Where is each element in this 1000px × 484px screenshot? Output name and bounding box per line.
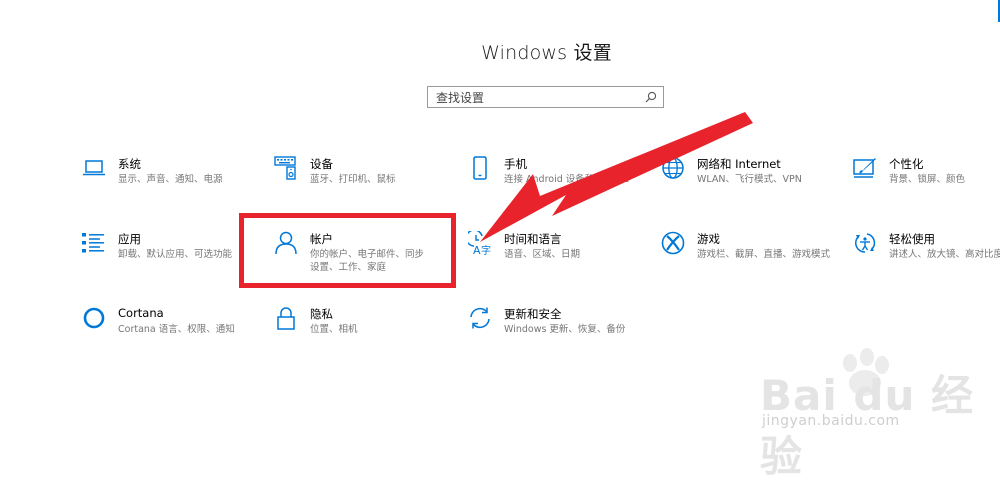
app-list-icon <box>82 231 106 255</box>
search-icon[interactable] <box>644 90 658 104</box>
tile-name: 游戏 <box>697 232 720 246</box>
tile-desc: 游戏栏、截屏、直播、游戏模式 <box>697 249 831 260</box>
tile-desc: 讲述人、放大镜、高对比度 <box>889 249 1000 260</box>
svg-text:A: A <box>473 244 481 255</box>
tile-name: 隐私 <box>310 307 333 321</box>
tile-desc: 显示、声音、通知、电源 <box>118 174 223 185</box>
tile-privacy[interactable]: 隐私 位置、相机 <box>274 306 444 350</box>
tile-network[interactable]: 网络和 Internet WLAN、飞行模式、VPN <box>661 156 831 200</box>
paintbrush-screen-icon <box>853 156 877 180</box>
tile-name: Cortana <box>118 306 164 320</box>
laptop-icon <box>82 156 106 180</box>
clock-language-icon: A字 <box>468 231 492 255</box>
tile-personalization[interactable]: 个性化 背景、锁屏、颜色 <box>853 156 1000 200</box>
tile-desc: 连接 Android 设备和 iPhone <box>504 174 630 185</box>
globe-icon <box>661 156 685 180</box>
tile-name: 更新和安全 <box>504 307 562 321</box>
svg-text:字: 字 <box>481 244 491 255</box>
tile-phone[interactable]: 手机 连接 Android 设备和 iPhone <box>468 156 638 200</box>
highlight-box <box>239 213 456 288</box>
tile-desc: Cortana 语言、权限、通知 <box>118 324 235 335</box>
tile-name: 时间和语言 <box>504 232 562 246</box>
tile-time-language[interactable]: A字 时间和语言 语音、区域、日期 <box>468 231 638 275</box>
tile-desc: 卸载、默认应用、可选功能 <box>118 249 233 260</box>
tile-ease-of-access[interactable]: 轻松使用 讲述人、放大镜、高对比度 <box>853 231 1000 275</box>
keyboard-speaker-icon <box>274 156 298 180</box>
tile-desc: 背景、锁屏、颜色 <box>889 174 966 185</box>
tile-name: 网络和 Internet <box>697 157 781 171</box>
tile-name: 轻松使用 <box>889 232 935 246</box>
tile-name: 设备 <box>310 157 333 171</box>
tile-update-security[interactable]: 更新和安全 Windows 更新、恢复、备份 <box>468 306 638 350</box>
tile-system[interactable]: 系统 显示、声音、通知、电源 <box>82 156 252 200</box>
tile-cortana[interactable]: Cortana Cortana 语言、权限、通知 <box>82 306 252 350</box>
tile-desc: 语音、区域、日期 <box>504 249 581 260</box>
tile-name: 手机 <box>504 157 527 171</box>
lock-icon <box>274 306 298 330</box>
search-box[interactable] <box>427 86 664 108</box>
tile-desc: 位置、相机 <box>310 324 358 335</box>
tile-name: 个性化 <box>889 157 924 171</box>
cortana-ring-icon <box>82 306 106 330</box>
watermark-url: jingyan.baidu.com <box>762 413 900 429</box>
tile-name: 系统 <box>118 157 141 171</box>
sync-arrows-icon <box>468 306 492 330</box>
tile-gaming[interactable]: 游戏 游戏栏、截屏、直播、游戏模式 <box>661 231 831 275</box>
tile-devices[interactable]: 设备 蓝牙、打印机、鼠标 <box>274 156 444 200</box>
ease-of-access-icon <box>853 231 877 255</box>
tile-desc: 蓝牙、打印机、鼠标 <box>310 174 396 185</box>
tile-desc: WLAN、飞行模式、VPN <box>697 174 802 185</box>
tile-desc: Windows 更新、恢复、备份 <box>504 324 626 335</box>
search-input[interactable] <box>428 88 636 108</box>
phone-icon <box>468 156 492 180</box>
tile-name: 应用 <box>118 232 141 246</box>
page-title: Windows 设置 <box>481 42 612 64</box>
xbox-icon <box>661 231 685 255</box>
tile-apps[interactable]: 应用 卸载、默认应用、可选功能 <box>82 231 252 275</box>
